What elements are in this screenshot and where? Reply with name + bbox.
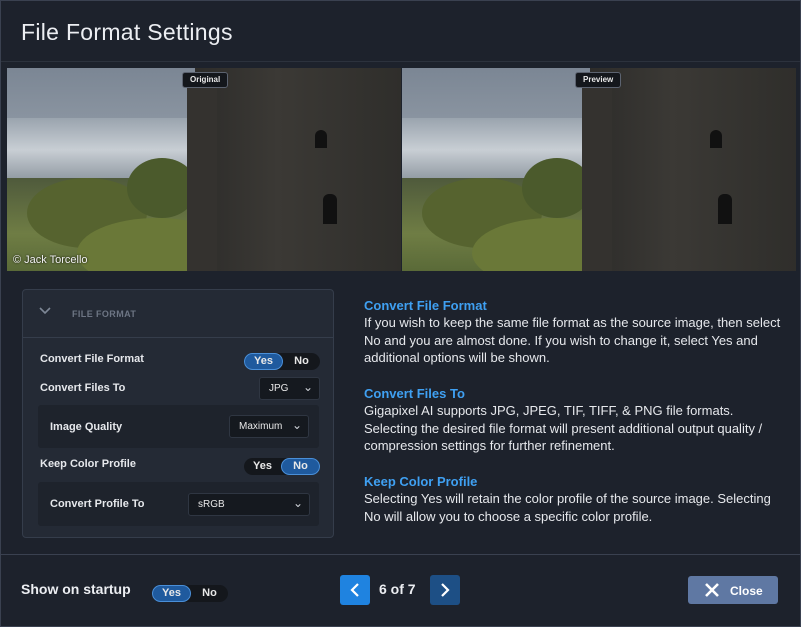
keep-profile-yes[interactable]: Yes: [244, 458, 281, 475]
help-convert-files-to: Convert Files To Gigapixel AI supports J…: [364, 386, 784, 455]
help-heading: Convert File Format: [364, 298, 487, 313]
image-quality-label: Image Quality: [50, 421, 123, 433]
image-quality-select[interactable]: Maximum ⌄: [229, 415, 309, 438]
convert-profile-select[interactable]: sRGB ⌄: [188, 493, 310, 516]
convert-format-yes[interactable]: Yes: [244, 353, 283, 370]
page-indicator: 6 of 7: [379, 581, 416, 597]
show-on-startup-toggle[interactable]: Yes No: [152, 585, 228, 602]
photo-credit: © Jack Torcello: [13, 254, 88, 266]
chevron-right-icon: [441, 583, 450, 597]
chevron-down-icon: ⌄: [291, 418, 302, 432]
keep-profile-no[interactable]: No: [281, 458, 320, 475]
convert-format-label: Convert File Format: [40, 353, 144, 365]
convert-to-select[interactable]: JPG ⌄: [259, 377, 320, 400]
image-quality-subpanel: Image Quality Maximum ⌄: [38, 405, 319, 448]
close-icon: [705, 583, 719, 597]
dialog-title: File Format Settings: [21, 19, 233, 45]
title-divider: [1, 61, 800, 62]
convert-profile-value: sRGB: [198, 499, 225, 510]
chevron-down-icon: ⌄: [302, 380, 313, 394]
convert-format-no[interactable]: No: [283, 353, 320, 370]
file-format-settings-dialog: File Format Settings Original © Jack Tor…: [0, 0, 801, 627]
help-keep-color-profile: Keep Color Profile Selecting Yes will re…: [364, 474, 784, 525]
startup-yes[interactable]: Yes: [152, 585, 191, 602]
help-body: If you wish to keep the same file format…: [364, 315, 781, 365]
chevron-down-icon[interactable]: [39, 306, 51, 316]
help-heading: Keep Color Profile: [364, 474, 478, 489]
original-image-preview: Original © Jack Torcello: [7, 68, 401, 271]
image-quality-value: Maximum: [239, 421, 283, 432]
startup-no[interactable]: No: [191, 585, 228, 602]
show-on-startup-label: Show on startup: [21, 581, 131, 597]
convert-profile-subpanel: Convert Profile To sRGB ⌄: [38, 482, 319, 526]
panel-title: FILE FORMAT: [72, 309, 137, 319]
convert-to-value: JPG: [269, 383, 289, 394]
help-body: Gigapixel AI supports JPG, JPEG, TIF, TI…: [364, 403, 763, 453]
close-button[interactable]: Close: [688, 576, 778, 604]
chevron-left-icon: [350, 583, 359, 597]
help-convert-format: Convert File Format If you wish to keep …: [364, 298, 784, 367]
convert-to-label: Convert Files To: [40, 382, 126, 394]
convert-profile-label: Convert Profile To: [50, 498, 145, 510]
convert-format-toggle[interactable]: Yes No: [244, 353, 320, 370]
help-body: Selecting Yes will retain the color prof…: [364, 491, 771, 524]
close-label: Close: [730, 584, 763, 598]
previous-page-button[interactable]: [340, 575, 370, 605]
preview-badge: Preview: [575, 72, 622, 88]
file-format-panel: FILE FORMAT Convert File Format Yes No C…: [22, 289, 334, 538]
original-badge: Original: [182, 72, 229, 88]
footer-divider: [1, 554, 800, 555]
keep-profile-label: Keep Color Profile: [40, 458, 136, 470]
panel-header[interactable]: FILE FORMAT: [23, 290, 333, 338]
next-page-button[interactable]: [430, 575, 460, 605]
keep-profile-toggle[interactable]: Yes No: [244, 458, 320, 475]
help-heading: Convert Files To: [364, 386, 465, 401]
processed-image-preview: Preview: [402, 68, 796, 271]
chevron-down-icon: ⌄: [292, 496, 303, 510]
